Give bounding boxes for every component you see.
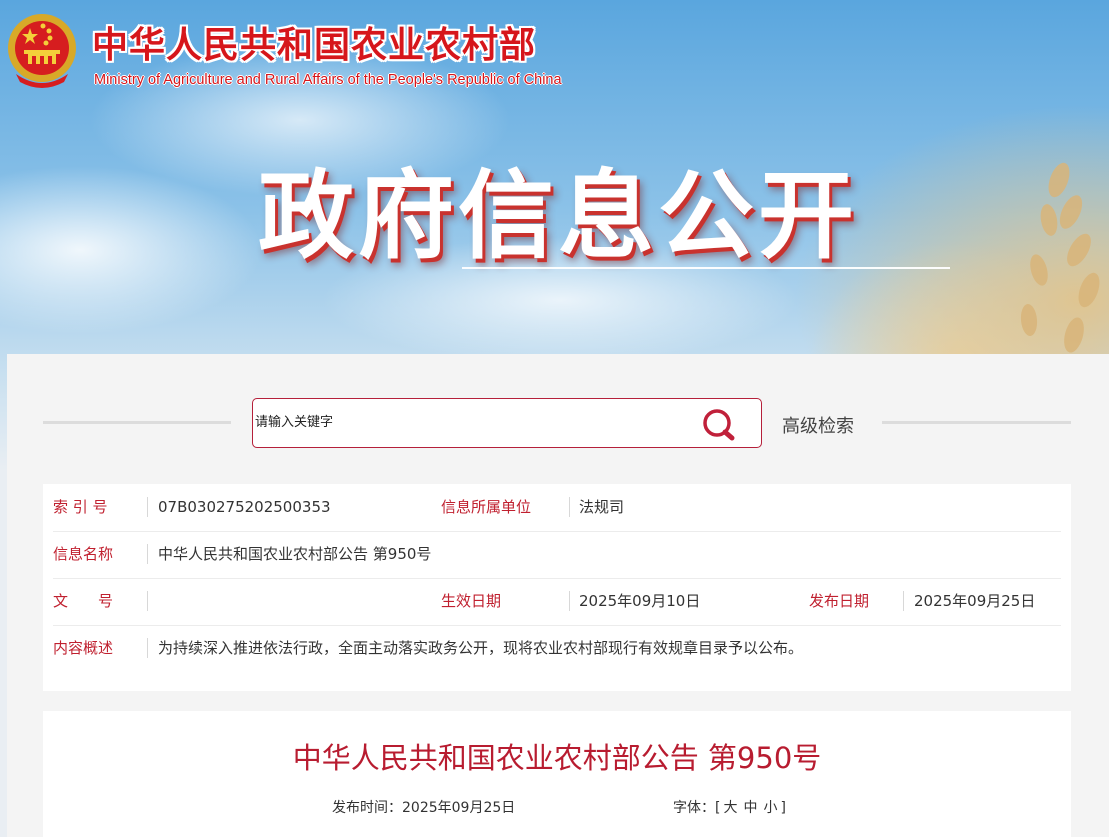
summary-label: 内容概述: [53, 639, 114, 657]
wheat-decoration: [1020, 162, 1100, 353]
font-size-medium[interactable]: 中: [740, 800, 760, 816]
index-value: 07B030275202500353: [158, 498, 331, 516]
font-bracket-close: ]: [780, 800, 786, 816]
name-value: 中华人民共和国农业农村部公告 第950号: [158, 545, 432, 563]
font-size-label: 字体：: [673, 800, 715, 816]
search-row: 高级检索: [7, 354, 1109, 484]
banner-divider: [462, 267, 950, 269]
doc-number-label: 文 号: [53, 592, 114, 610]
search-button[interactable]: [699, 406, 739, 442]
search-box: [252, 398, 762, 448]
meta-row-dates: 文 号 生效日期 2025年09月10日 发布日期 2025年09月25日: [53, 578, 1061, 626]
font-size-large[interactable]: 大: [720, 800, 740, 816]
cell-separator: [903, 591, 904, 611]
publish-time: 发布时间：2025年09月25日: [332, 797, 515, 817]
font-size-selector: 字体：[大中小]: [673, 797, 786, 817]
meta-row-name: 信息名称 中华人民共和国农业农村部公告 第950号: [53, 531, 1061, 579]
unit-label: 信息所属单位: [441, 498, 532, 516]
ministry-name-en: Ministry of Agriculture and Rural Affair…: [94, 72, 562, 88]
cell-separator: [569, 591, 570, 611]
search-rule-left: [43, 421, 231, 424]
cell-separator: [569, 497, 570, 517]
info-metadata-table: 索 引 号 07B030275202500353 信息所属单位 法规司 信息名称…: [43, 484, 1071, 691]
article-card: 中华人民共和国农业农村部公告 第950号 发布时间：2025年09月25日 字体…: [43, 711, 1071, 837]
effective-date-value: 2025年09月10日: [579, 592, 701, 610]
publish-date-value: 2025年09月25日: [914, 592, 1036, 610]
banner-title: 政府信息公开: [258, 160, 858, 272]
search-rule-right: [882, 421, 1071, 424]
ministry-name-cn: 中华人民共和国农业农村部: [92, 24, 537, 66]
national-emblem-icon: [8, 14, 76, 88]
meta-row-summary: 内容概述 为持续深入推进依法行政，全面主动落实政务公开，现将农业农村部现行有效规…: [53, 625, 1061, 672]
search-input[interactable]: [253, 399, 695, 446]
cell-separator: [147, 638, 148, 658]
cell-separator: [147, 497, 148, 517]
publish-date-label: 发布日期: [809, 592, 870, 610]
cell-separator: [147, 544, 148, 564]
meta-row-index: 索 引 号 07B030275202500353 信息所属单位 法规司: [53, 484, 1061, 532]
unit-value: 法规司: [579, 498, 625, 516]
advanced-search-link[interactable]: 高级检索: [782, 412, 854, 438]
effective-date-label: 生效日期: [441, 592, 502, 610]
summary-value: 为持续深入推进依法行政，全面主动落实政务公开，现将农业农村部现行有效规章目录予以…: [158, 639, 804, 657]
article-title: 中华人民共和国农业农村部公告 第950号: [292, 741, 822, 775]
publish-time-label: 发布时间：: [332, 800, 402, 816]
search-icon: [703, 409, 735, 441]
cell-separator: [147, 591, 148, 611]
index-label: 索 引 号: [53, 498, 108, 516]
publish-time-value: 2025年09月25日: [402, 800, 516, 816]
name-label: 信息名称: [53, 545, 114, 563]
main-panel: 高级检索 索 引 号 07B030275202500353 信息所属单位 法规司…: [7, 354, 1109, 837]
font-size-small[interactable]: 小: [760, 800, 780, 816]
